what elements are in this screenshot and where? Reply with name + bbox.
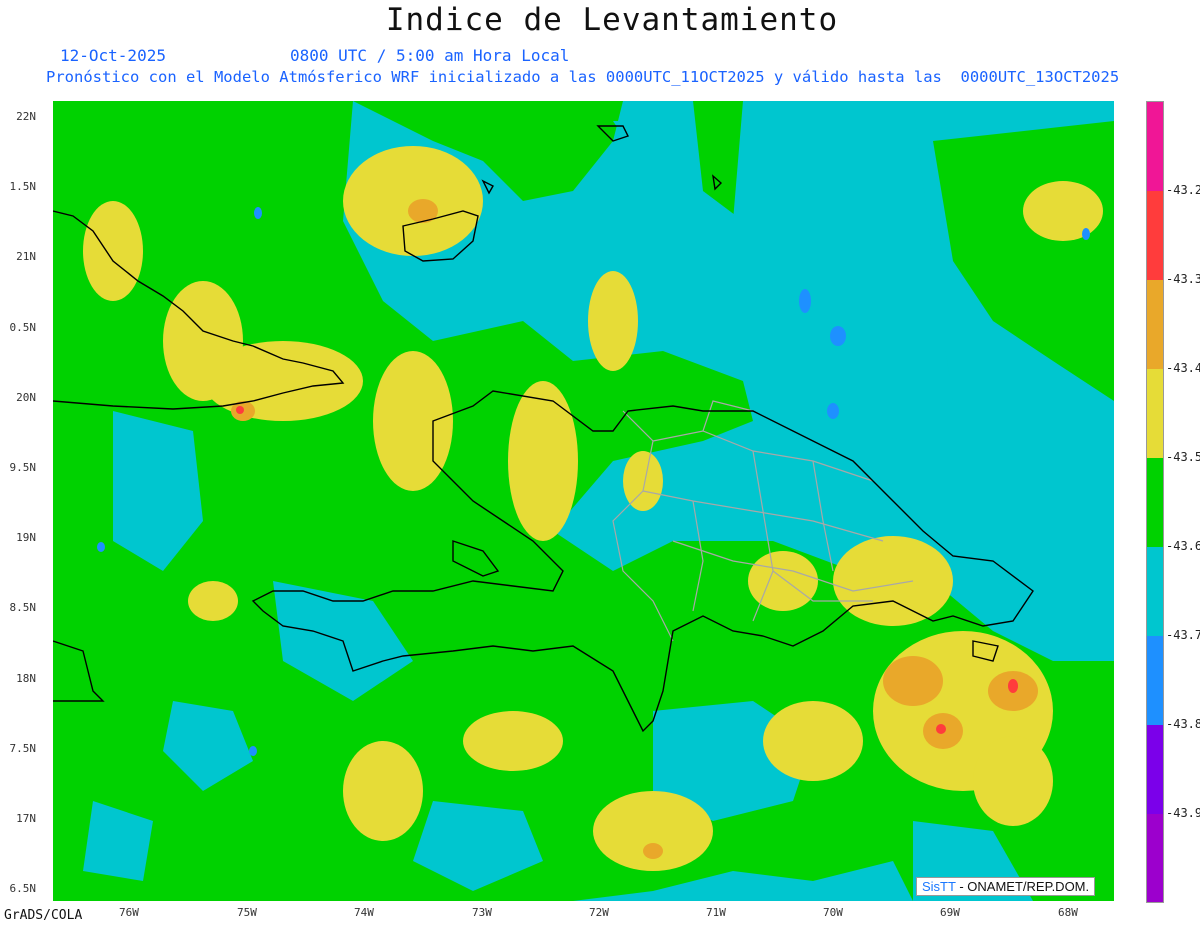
y-axis-label: 21N xyxy=(16,250,36,263)
legend-swatch xyxy=(1147,636,1163,725)
lifted-index-map xyxy=(53,101,1114,901)
legend-label: -43.4 xyxy=(1166,361,1200,375)
y-axis-label: 17N xyxy=(16,812,36,825)
legend-swatch xyxy=(1147,814,1163,902)
credit-box: SisTT - ONAMET/REP.DOM. xyxy=(916,877,1096,896)
y-axis-label: 8.5N xyxy=(9,601,37,614)
color-scale-bar xyxy=(1146,101,1164,903)
y-axis-label: 20N xyxy=(16,391,36,404)
legend-swatch xyxy=(1147,102,1163,191)
map-canvas xyxy=(53,101,1114,901)
legend-swatch xyxy=(1147,458,1163,547)
legend-swatch xyxy=(1147,280,1163,369)
forecast-date: 12-Oct-2025 xyxy=(60,46,166,65)
x-axis-label: 75W xyxy=(237,906,257,919)
y-axis-label: 22N xyxy=(16,110,36,123)
y-axis-label: 6.5N xyxy=(9,882,37,895)
software-credit: GrADS/COLA xyxy=(4,908,83,923)
legend-label: -43.2 xyxy=(1166,183,1200,197)
legend-label: -43.7 xyxy=(1166,628,1200,642)
legend-swatch xyxy=(1147,191,1163,280)
x-axis-label: 70W xyxy=(823,906,843,919)
legend-swatch xyxy=(1147,369,1163,458)
legend-label: -43.6 xyxy=(1166,539,1200,553)
y-axis-label: 0.5N xyxy=(9,321,37,334)
y-axis-label: 9.5N xyxy=(9,461,37,474)
map-title: Indice de Levantamiento xyxy=(385,2,839,38)
brand-logo: SisTT xyxy=(922,879,956,894)
credit-text: - ONAMET/REP.DOM. xyxy=(959,879,1090,894)
x-axis-label: 72W xyxy=(589,906,609,919)
y-axis-label: 18N xyxy=(16,672,36,685)
x-axis-label: 68W xyxy=(1058,906,1078,919)
x-axis-label: 76W xyxy=(119,906,139,919)
legend-swatch xyxy=(1147,725,1163,814)
y-axis-label: 7.5N xyxy=(9,742,37,755)
forecast-time: 0800 UTC / 5:00 am Hora Local xyxy=(290,46,570,65)
legend-label: -43.9 xyxy=(1166,806,1200,820)
legend-label: -43.8 xyxy=(1166,717,1200,731)
legend-label: -43.5 xyxy=(1166,450,1200,464)
forecast-description: Pronóstico con el Modelo Atmósferico WRF… xyxy=(46,68,1120,86)
x-axis-label: 69W xyxy=(940,906,960,919)
x-axis-label: 73W xyxy=(472,906,492,919)
y-axis-label: 1.5N xyxy=(9,180,37,193)
legend-label: -43.3 xyxy=(1166,272,1200,286)
legend-swatch xyxy=(1147,547,1163,636)
x-axis-label: 74W xyxy=(354,906,374,919)
y-axis-label: 19N xyxy=(16,531,36,544)
x-axis-label: 71W xyxy=(706,906,726,919)
